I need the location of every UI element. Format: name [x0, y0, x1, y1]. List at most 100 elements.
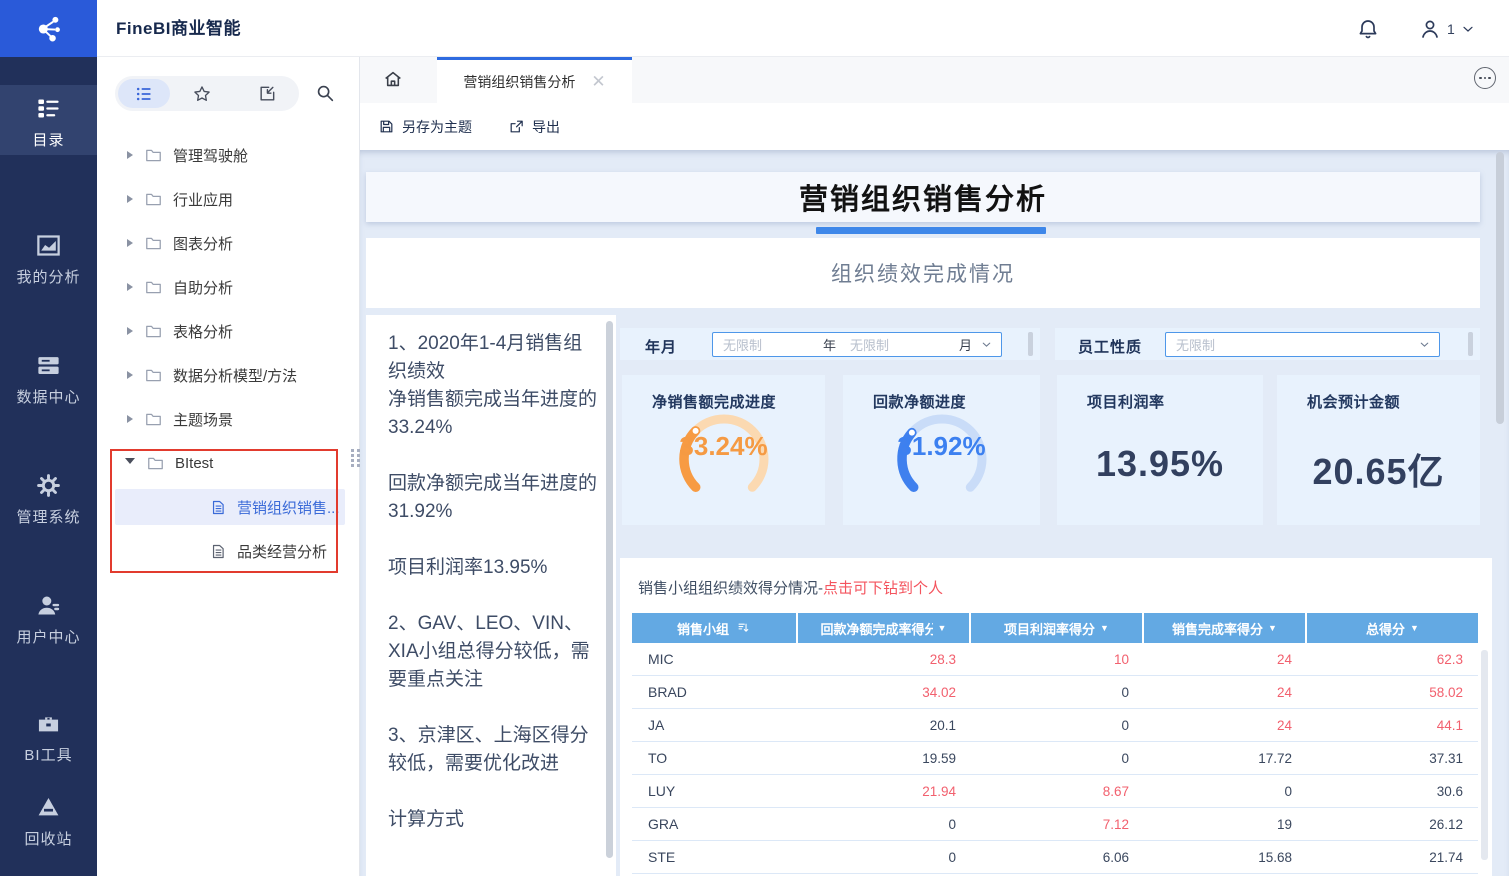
nav-item-recycle-bin[interactable]: 回收站 [0, 790, 97, 849]
tree-folder-row[interactable]: 图表分析 [97, 221, 360, 265]
tree-folder-row[interactable]: 数据分析模型/方法 [97, 353, 360, 397]
value-cell: 10 [971, 643, 1144, 675]
tree-item-marketing-sales[interactable]: 营销组织销售... [97, 485, 360, 529]
tree-item-category-analysis[interactable]: 品类经营分析 [97, 529, 360, 573]
column-header-label: 回款净额完成率得分 [821, 619, 933, 638]
employee-type-select[interactable]: 无限制 [1165, 332, 1440, 357]
sort-icon[interactable] [737, 621, 751, 635]
tree-folder-row[interactable]: 主题场景 [97, 397, 360, 441]
column-header-label: 总得分 [1366, 619, 1405, 638]
kpi-number-value: 20.65亿 [1277, 443, 1480, 495]
table-scrollbar[interactable] [1481, 650, 1488, 860]
value-cell: 20.1 [798, 709, 971, 741]
import-icon[interactable] [235, 84, 300, 104]
tree-folder-row[interactable]: 表格分析 [97, 309, 360, 353]
filter-triangle-icon[interactable]: ▼ [1100, 623, 1109, 633]
table-row[interactable]: TO19.59017.7237.31 [632, 742, 1478, 775]
user-menu[interactable]: 1 [1418, 16, 1476, 42]
column-header[interactable]: 项目利润率得分▼ [971, 613, 1144, 643]
tree-folder-row[interactable]: 自助分析 [97, 265, 360, 309]
folder-icon [144, 190, 163, 209]
filter-triangle-icon[interactable]: ▼ [938, 623, 947, 633]
expander-icon[interactable] [125, 458, 135, 468]
share-network-icon [32, 12, 66, 46]
nav-item-label: BI工具 [0, 744, 97, 765]
expander-icon[interactable] [127, 239, 133, 247]
value-cell: 0 [971, 709, 1144, 741]
table-row[interactable]: GRA07.121926.12 [632, 808, 1478, 841]
value-cell: 15.68 [1144, 841, 1307, 873]
folder-icon [144, 278, 163, 297]
panel-resize-handle[interactable] [351, 449, 360, 481]
tree-folder-bitest[interactable]: BItest [97, 441, 360, 485]
nav-item-catalog[interactable]: 目录 [0, 85, 97, 155]
value-cell: 0 [798, 808, 971, 840]
column-header[interactable]: 回款净额完成率得分 ▼ [798, 613, 971, 643]
table-row[interactable]: JA20.102444.1 [632, 709, 1478, 742]
table-title: 销售小组组织绩效得分情况-点击可下钻到个人 [638, 577, 943, 598]
expander-icon[interactable] [127, 151, 133, 159]
filter-scrollbar[interactable] [1028, 332, 1033, 356]
star-icon[interactable] [170, 84, 235, 104]
more-options-icon[interactable] [1474, 67, 1496, 89]
nav-item-data-center[interactable]: 数据中心 [0, 348, 97, 407]
expander-icon[interactable] [127, 195, 133, 203]
list-view-icon[interactable] [118, 79, 170, 108]
filter-employee-type: 员工性质 无限制 [1055, 328, 1480, 360]
tab-close-icon[interactable]: ✕ [591, 73, 605, 90]
expander-icon[interactable] [127, 327, 133, 335]
value-cell: 21.74 [1307, 841, 1478, 873]
notification-bell-icon[interactable] [1356, 17, 1380, 41]
tree-item-label: BItest [175, 455, 213, 472]
nav-rail: 目录我的分析数据中心管理系统用户中心 BI工具回收站 [0, 57, 97, 876]
filter-triangle-icon[interactable]: ▼ [1410, 623, 1419, 633]
expander-icon[interactable] [127, 415, 133, 423]
table-row[interactable]: BRAD34.0202458.02 [632, 676, 1478, 709]
value-cell: 19.59 [798, 742, 971, 774]
nav-item-label: 用户中心 [0, 626, 97, 647]
tab-marketing-sales-analysis[interactable]: 营销组织销售分析 ✕ [437, 57, 632, 103]
column-header[interactable]: 销售小组 [632, 613, 798, 643]
value-cell: 26.12 [1307, 808, 1478, 840]
year-month-select[interactable]: 无限制 年 无限制 月 [712, 332, 1002, 357]
nav-item-admin-system[interactable]: 管理系统 [0, 468, 97, 527]
value-cell: 6.06 [971, 841, 1144, 873]
group-cell: TO [632, 742, 798, 774]
nav-item-my-analysis[interactable]: 我的分析 [0, 228, 97, 287]
insight-line: 项目利润率13.95% [388, 554, 600, 582]
value-cell: 0 [798, 841, 971, 873]
insight-paragraph: 2、GAV、LEO、VIN、XIA小组总得分较低，需要重点关注 [388, 610, 600, 694]
table-row[interactable]: LUY21.948.67030.6 [632, 775, 1478, 808]
save-icon [378, 118, 395, 135]
insight-scrollbar[interactable] [606, 321, 613, 858]
tree-folder-row[interactable]: 管理驾驶舱 [97, 133, 360, 177]
search-icon[interactable] [314, 82, 336, 104]
filter-scrollbar[interactable] [1468, 332, 1473, 356]
home-tab-button[interactable] [382, 68, 404, 90]
user-icon [1418, 17, 1442, 41]
export-button[interactable]: 导出 [508, 103, 560, 150]
table-row[interactable]: MIC28.3102462.3 [632, 643, 1478, 676]
filter-triangle-icon[interactable]: ▼ [1268, 623, 1277, 633]
folder-icon [146, 454, 165, 473]
expander-icon[interactable] [127, 283, 133, 291]
employee-type-placeholder: 无限制 [1176, 335, 1410, 354]
save-as-theme-button[interactable]: 另存为主题 [378, 103, 472, 150]
column-header[interactable]: 总得分 ▼ [1307, 613, 1478, 643]
tree-folder-row[interactable]: 行业应用 [97, 177, 360, 221]
tab-strip: 营销组织销售分析 ✕ [360, 57, 1509, 103]
nav-item-bi-tools[interactable]: BI工具 [0, 706, 97, 765]
group-cell: MIC [632, 643, 798, 675]
insight-line: 计算方式 [388, 806, 600, 834]
nav-item-user-center[interactable]: 用户中心 [0, 588, 97, 647]
nav-item-label: 我的分析 [0, 266, 97, 287]
column-header[interactable]: 销售完成率得分▼ [1144, 613, 1307, 643]
directory-panel: 管理驾驶舱行业应用图表分析自助分析表格分析数据分析模型/方法主题场景 BItest… [97, 57, 360, 876]
dashboard-scrollbar[interactable] [1496, 152, 1504, 424]
kpi-number-value: 13.95% [1057, 443, 1263, 485]
finebi-logo[interactable] [0, 0, 97, 57]
table-row[interactable]: STE06.0615.6821.74 [632, 841, 1478, 874]
document-toolbar: 另存为主题 导出 [360, 103, 1509, 150]
expander-icon[interactable] [127, 371, 133, 379]
kpi-repayment-progress: 回款净额进度 31.92% [843, 375, 1040, 525]
